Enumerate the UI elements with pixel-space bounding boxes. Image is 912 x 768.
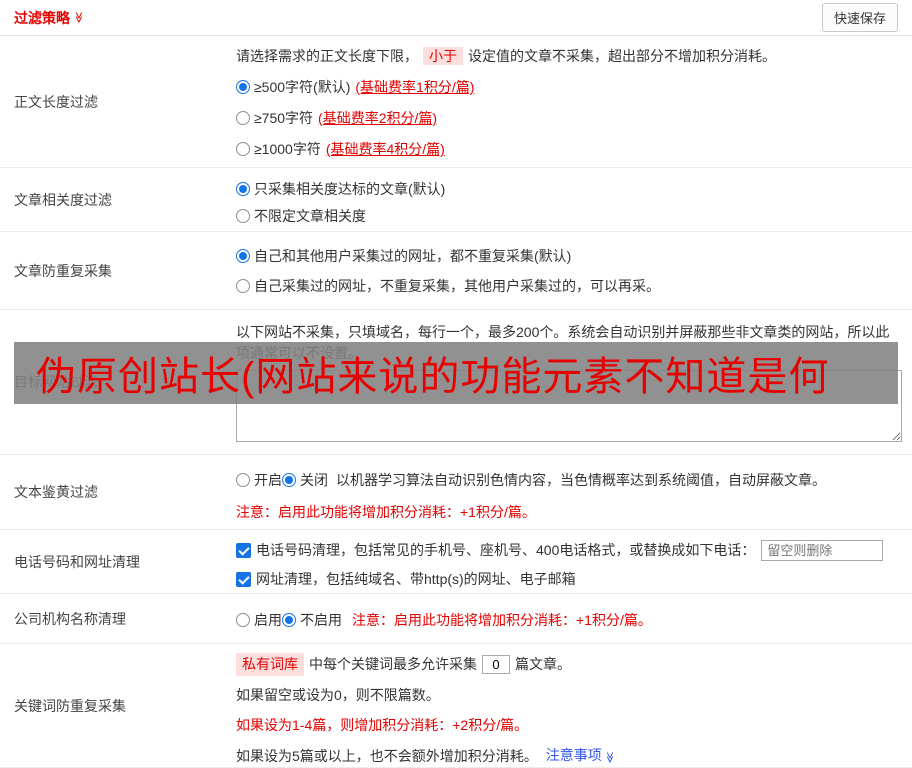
- length-option-1000-fee: (基础费率4积分/篇): [325, 141, 445, 157]
- notice-chevron-icon: ≫: [603, 751, 616, 764]
- row-company-cleanup: 公司机构名称清理 启用 不启用 注意：启用此功能将增加积分消耗：+1积分/篇。: [0, 594, 912, 644]
- length-filter-intro: 请选择需求的正文长度下限， 小于 设定值的文章不采集，超出部分不增加积分消耗。: [236, 47, 776, 65]
- row-porn-filter: 文本鉴黄过滤 开启 关闭 以机器学习算法自动识别色情内容，当色情概率达到系统阈值…: [0, 455, 912, 530]
- watermark-overlay: 伪原创站长(网站来说的功能元素不知道是何: [14, 342, 898, 404]
- dedup-option-self[interactable]: 自己采集过的网址，不重复采集，其他用户采集过的，可以再采。: [236, 275, 902, 297]
- checkbox-phone-cleanup[interactable]: [236, 542, 251, 558]
- dedup-option-self-label: 自己采集过的网址，不重复采集，其他用户采集过的，可以再采。: [254, 278, 660, 294]
- keyword-line1-post: 篇文章。: [515, 656, 571, 672]
- dedup-label: 文章防重复采集: [14, 262, 112, 279]
- radio-porn-off[interactable]: [282, 473, 296, 487]
- dedup-option-global-label: 自己和其他用户采集过的网址，都不重复采集(默认): [254, 248, 572, 264]
- url-cleanup-label: 网址清理，包括纯域名、带http(s)的网址、电子邮箱: [256, 571, 576, 587]
- notice-link-label: 注意事项: [545, 747, 602, 763]
- row-dedup-collection: 文章防重复采集 自己和其他用户采集过的网址，都不重复采集(默认) 自己采集过的网…: [0, 232, 912, 310]
- relevance-option-strict[interactable]: 只采集相关度达标的文章(默认): [236, 178, 902, 200]
- keyword-line1-mid: 中每个关键词最多允许采集: [309, 656, 477, 672]
- relevance-option-strict-label: 只采集相关度达标的文章(默认): [254, 181, 446, 197]
- radio-relevance-strict[interactable]: [236, 182, 250, 196]
- replacement-phone-input[interactable]: [761, 539, 884, 561]
- length-option-1000[interactable]: ≥1000字符 (基础费率4积分/篇): [236, 138, 902, 160]
- length-option-500-label: ≥500字符(默认): [254, 79, 351, 95]
- row-relevance-filter: 文章相关度过滤 只采集相关度达标的文章(默认) 不限定文章相关度: [0, 168, 912, 232]
- checkbox-url-cleanup[interactable]: [236, 571, 251, 587]
- dedup-option-global[interactable]: 自己和其他用户采集过的网址，都不重复采集(默认): [236, 245, 902, 267]
- length-option-1000-label: ≥1000字符: [254, 141, 321, 157]
- row-phone-url-cleanup: 电话号码和网址清理 电话号码清理，包括常见的手机号、座机号、400电话格式，或替…: [0, 530, 912, 594]
- max-articles-input[interactable]: [482, 655, 510, 674]
- radio-relevance-any[interactable]: [236, 209, 250, 223]
- company-cleanup-label: 公司机构名称清理: [14, 610, 126, 627]
- private-lexicon-tag: 私有词库: [236, 653, 304, 676]
- radio-company-off[interactable]: [282, 613, 296, 627]
- radio-length-1000[interactable]: [236, 142, 250, 156]
- length-option-750[interactable]: ≥750字符 (基础费率2积分/篇): [236, 107, 902, 129]
- company-on-label: 启用: [254, 612, 282, 628]
- notice-link[interactable]: 注意事项≫: [546, 745, 615, 768]
- length-option-500[interactable]: ≥500字符(默认) (基础费率1积分/篇): [236, 76, 902, 98]
- page-title[interactable]: 过滤策略 ≫: [14, 8, 85, 28]
- keyword-line4: 如果设为5篇或以上，也不会额外增加积分消耗。: [236, 748, 538, 764]
- radio-dedup-self[interactable]: [236, 279, 250, 293]
- company-off-label: 不启用: [300, 612, 342, 628]
- watermark-text: 伪原创站长(网站来说的功能元素不知道是何: [36, 355, 830, 399]
- row-length-filter: 正文长度过滤 请选择需求的正文长度下限， 小于 设定值的文章不采集，超出部分不增加积…: [0, 36, 912, 168]
- phone-url-label: 电话号码和网址清理: [14, 553, 140, 570]
- page-header: 过滤策略 ≫ 快速保存: [0, 0, 912, 36]
- radio-length-500[interactable]: [236, 80, 250, 94]
- relevance-option-any-label: 不限定文章相关度: [254, 208, 366, 224]
- porn-note: 注意：启用此功能将增加积分消耗：+1积分/篇。: [236, 504, 536, 520]
- chevron-down-icon: ≫: [72, 11, 85, 24]
- less-than-tag: 小于: [423, 47, 463, 65]
- porn-off-label: 关闭: [300, 472, 328, 488]
- length-filter-label: 正文长度过滤: [14, 93, 98, 110]
- radio-dedup-global[interactable]: [236, 249, 250, 263]
- relevance-option-any[interactable]: 不限定文章相关度: [236, 205, 902, 227]
- page-title-label: 过滤策略: [14, 9, 70, 26]
- relevance-filter-label: 文章相关度过滤: [14, 191, 112, 208]
- porn-on-label: 开启: [254, 472, 282, 488]
- porn-desc: 以机器学习算法自动识别色情内容，当色情概率达到系统阈值，自动屏蔽文章。: [336, 472, 826, 488]
- length-option-750-label: ≥750字符: [254, 110, 314, 126]
- length-option-500-fee: (基础费率1积分/篇): [355, 79, 475, 95]
- length-option-750-fee: (基础费率2积分/篇): [318, 110, 438, 126]
- quick-save-button[interactable]: 快速保存: [821, 3, 898, 32]
- radio-porn-on[interactable]: [236, 473, 250, 487]
- porn-filter-label: 文本鉴黄过滤: [14, 484, 98, 500]
- keyword-dedup-label: 关键词防重复采集: [14, 697, 126, 714]
- url-cleanup-option[interactable]: 网址清理，包括纯域名、带http(s)的网址、电子邮箱: [236, 568, 902, 590]
- row-keyword-dedup: 关键词防重复采集 私有词库 中每个关键词最多允许采集 篇文章。 如果留空或设为0…: [0, 644, 912, 768]
- radio-company-on[interactable]: [236, 613, 250, 627]
- keyword-line2: 如果留空或设为0，则不限篇数。: [236, 687, 440, 703]
- radio-length-750[interactable]: [236, 111, 250, 125]
- keyword-line3: 如果设为1-4篇，则增加积分消耗：+2积分/篇。: [236, 717, 529, 733]
- phone-cleanup-option[interactable]: 电话号码清理，包括常见的手机号、座机号、400电话格式，或替换成如下电话：: [236, 539, 902, 561]
- phone-cleanup-label: 电话号码清理，包括常见的手机号、座机号、400电话格式，或替换成如下电话：: [256, 542, 756, 558]
- company-note: 注意：启用此功能将增加积分消耗：+1积分/篇。: [352, 612, 652, 628]
